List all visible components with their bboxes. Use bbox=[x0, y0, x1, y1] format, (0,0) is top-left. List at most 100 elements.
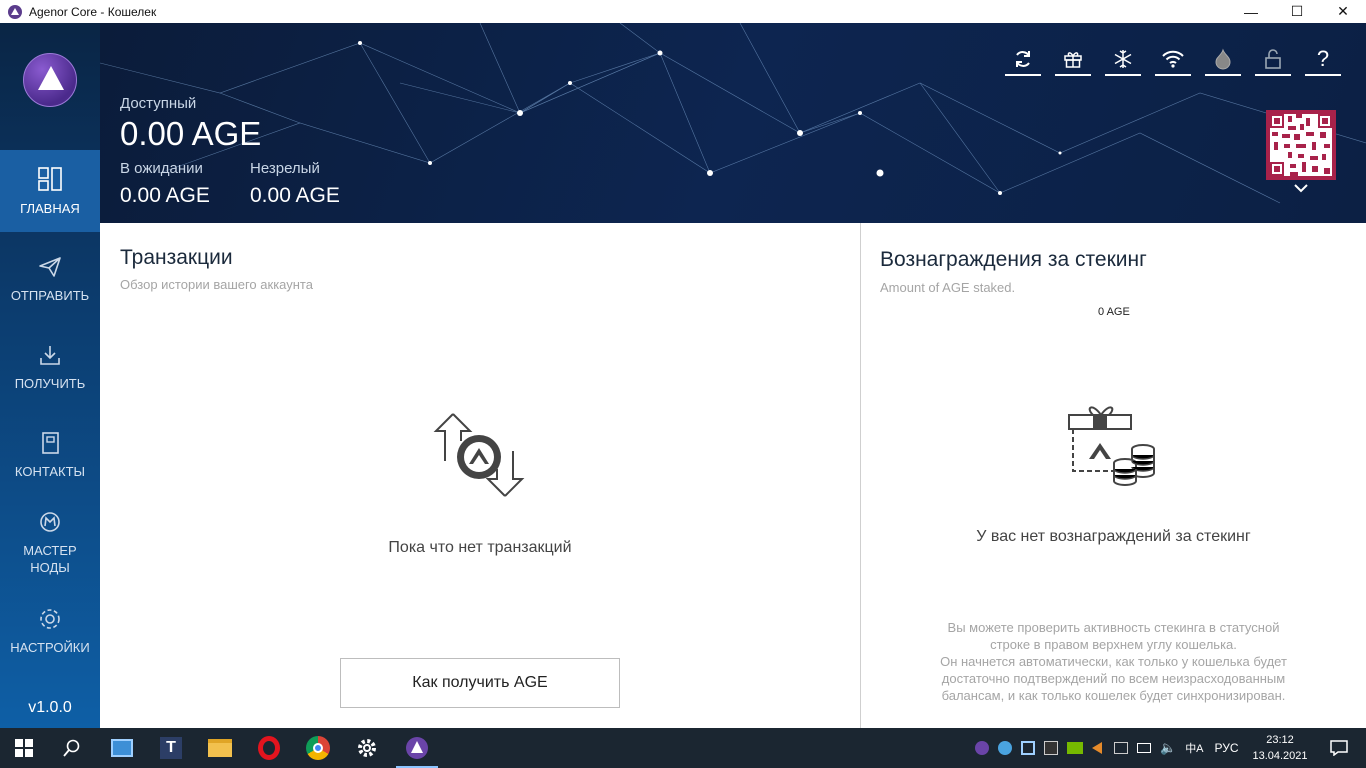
folder-icon bbox=[208, 739, 232, 757]
immature-balance: 0.00 AGE bbox=[250, 184, 340, 207]
chevron-down-icon[interactable] bbox=[1293, 183, 1309, 193]
nav-send[interactable]: ОТПРАВИТЬ bbox=[0, 238, 100, 320]
minimize-button[interactable]: — bbox=[1228, 0, 1274, 23]
staking-note-line: Он начнется автоматически, как только у … bbox=[940, 654, 1287, 669]
clock-date: 13.04.2021 bbox=[1252, 750, 1308, 762]
help-icon: ? bbox=[1316, 46, 1330, 71]
staked-amount: 0 AGE bbox=[1098, 306, 1130, 318]
text-app-icon: T bbox=[160, 737, 182, 759]
language-indicator[interactable]: РУС bbox=[1215, 741, 1239, 755]
tor-icon bbox=[1215, 48, 1231, 70]
start-button[interactable] bbox=[0, 728, 48, 768]
ethernet-tray-icon[interactable] bbox=[1137, 743, 1151, 753]
receive-icon bbox=[40, 345, 60, 365]
close-button[interactable]: ✕ bbox=[1320, 0, 1366, 23]
taskbar-app-agenor[interactable] bbox=[392, 728, 442, 768]
lock-status-button[interactable] bbox=[1255, 44, 1291, 76]
tor-status-button[interactable] bbox=[1205, 44, 1241, 76]
control-panel-icon bbox=[111, 739, 133, 757]
speaker-tray-icon[interactable] bbox=[1092, 742, 1102, 754]
system-tray: 🔈 中A РУС bbox=[975, 728, 1239, 768]
taskbar-app-explorer[interactable] bbox=[196, 728, 244, 768]
taskbar-app-typora[interactable]: T bbox=[147, 728, 195, 768]
staking-empty-icon bbox=[1068, 406, 1155, 486]
network-tray-icon[interactable] bbox=[998, 741, 1012, 755]
staking-title: Вознаграждения за стекинг bbox=[880, 248, 1147, 271]
clock-time: 23:12 bbox=[1266, 734, 1294, 746]
app-logo-icon bbox=[8, 4, 22, 19]
app-tray-icon[interactable] bbox=[1021, 741, 1035, 755]
nav-overview-label: ГЛАВНАЯ bbox=[20, 200, 80, 216]
transactions-title: Транзакции bbox=[120, 246, 233, 269]
version-label: v1.0.0 bbox=[28, 699, 72, 716]
wifi-icon bbox=[1162, 50, 1184, 68]
pending-label: В ожидании bbox=[120, 160, 203, 177]
transactions-empty-message: Пока что нет транзакций bbox=[388, 539, 572, 556]
sidebar: ГЛАВНАЯ ОТПРАВИТЬ ПОЛУЧИТЬ КОНТАКТЫ МАСТ… bbox=[0, 23, 100, 728]
transactions-panel: Транзакции Обзор истории вашего аккаунта… bbox=[100, 223, 860, 728]
nav-masternodes-label: МАСТЕР НОДЫ bbox=[23, 543, 77, 575]
chrome-icon bbox=[306, 736, 330, 760]
input-method-tray-icon[interactable]: 中A bbox=[1185, 740, 1203, 756]
staking-note-line: строке в правом верхнем углу кошелька. bbox=[990, 637, 1237, 652]
staking-subtitle: Amount of AGE staked. bbox=[880, 280, 1016, 295]
title-bar: Agenor Core - Кошелек — ☐ ✕ bbox=[0, 0, 1366, 23]
search-button[interactable] bbox=[48, 728, 96, 768]
nav-contacts-label: КОНТАКТЫ bbox=[14, 463, 86, 479]
agenor-tray-icon[interactable] bbox=[975, 741, 989, 755]
usb-tray-icon[interactable] bbox=[1114, 742, 1128, 754]
nvidia-tray-icon[interactable] bbox=[1067, 742, 1083, 754]
transactions-subtitle: Обзор истории вашего аккаунта bbox=[120, 277, 313, 292]
window-title: Agenor Core - Кошелек bbox=[29, 4, 157, 19]
taskbar-clock[interactable]: 23:12 13.04.2021 bbox=[1248, 732, 1312, 764]
nav-receive[interactable]: ПОЛУЧИТЬ bbox=[0, 326, 100, 408]
qr-code-icon bbox=[1270, 114, 1332, 176]
opera-icon bbox=[258, 736, 280, 760]
qr-code-button[interactable] bbox=[1266, 110, 1336, 180]
staking-status-button[interactable] bbox=[1055, 44, 1091, 76]
taskbar-app-chrome[interactable] bbox=[294, 728, 342, 768]
sync-icon bbox=[1016, 51, 1030, 67]
taskbar-app-opera[interactable] bbox=[245, 728, 293, 768]
volume-tray-icon[interactable]: 🔈 bbox=[1160, 740, 1176, 756]
settings-icon bbox=[40, 608, 60, 629]
available-balance: 0.00 AGE bbox=[120, 115, 262, 152]
agenor-logo-icon bbox=[23, 53, 77, 107]
staking-note-line: Вы можете проверить активность стекинга … bbox=[947, 620, 1280, 635]
connections-status-button[interactable] bbox=[1155, 44, 1191, 76]
send-icon bbox=[39, 256, 61, 277]
staking-note-line: балансам, и как только кошелек будет син… bbox=[941, 688, 1286, 703]
display-tray-icon[interactable] bbox=[1044, 741, 1058, 755]
gift-icon bbox=[1064, 52, 1082, 68]
nav-receive-label: ПОЛУЧИТЬ bbox=[14, 375, 86, 391]
nav-settings[interactable]: НАСТРОЙКИ bbox=[0, 590, 100, 672]
coldstaking-status-button[interactable] bbox=[1105, 44, 1141, 76]
agenor-app-icon bbox=[406, 737, 428, 759]
contacts-icon bbox=[42, 431, 59, 454]
sync-status-button[interactable] bbox=[1005, 44, 1041, 76]
unlock-icon bbox=[1265, 49, 1281, 69]
nav-settings-label: НАСТРОЙКИ bbox=[10, 639, 90, 655]
windows-icon bbox=[15, 739, 33, 757]
notification-icon bbox=[1330, 740, 1348, 756]
transactions-empty-icon bbox=[433, 413, 525, 497]
help-button[interactable]: ? bbox=[1305, 44, 1341, 76]
how-to-get-age-button[interactable]: Как получить AGE bbox=[340, 658, 620, 708]
taskbar: T 🔈 中A РУС 23:12 13.04.2021 bbox=[0, 728, 1366, 768]
nav-contacts[interactable]: КОНТАКТЫ bbox=[0, 414, 100, 496]
pending-balance: 0.00 AGE bbox=[120, 184, 210, 207]
available-label: Доступный bbox=[120, 95, 197, 112]
notifications-button[interactable] bbox=[1318, 728, 1360, 768]
snowflake-icon bbox=[1114, 50, 1132, 68]
maximize-button[interactable]: ☐ bbox=[1274, 0, 1320, 23]
taskbar-app-settings[interactable] bbox=[343, 728, 391, 768]
gear-icon bbox=[358, 739, 376, 757]
taskbar-app-control-panel[interactable] bbox=[98, 728, 146, 768]
overview-icon bbox=[38, 166, 62, 191]
nav-overview[interactable]: ГЛАВНАЯ bbox=[0, 150, 100, 232]
nav-send-label: ОТПРАВИТЬ bbox=[10, 287, 90, 303]
staking-note-line: достаточно подтверждений по всем неизрас… bbox=[941, 671, 1286, 686]
staking-empty-message: У вас нет вознаграждений за стекинг bbox=[976, 528, 1251, 545]
nav-masternodes[interactable]: МАСТЕР НОДЫ bbox=[0, 502, 100, 584]
staking-info-note: Вы можете проверить активность стекинга … bbox=[901, 619, 1326, 704]
